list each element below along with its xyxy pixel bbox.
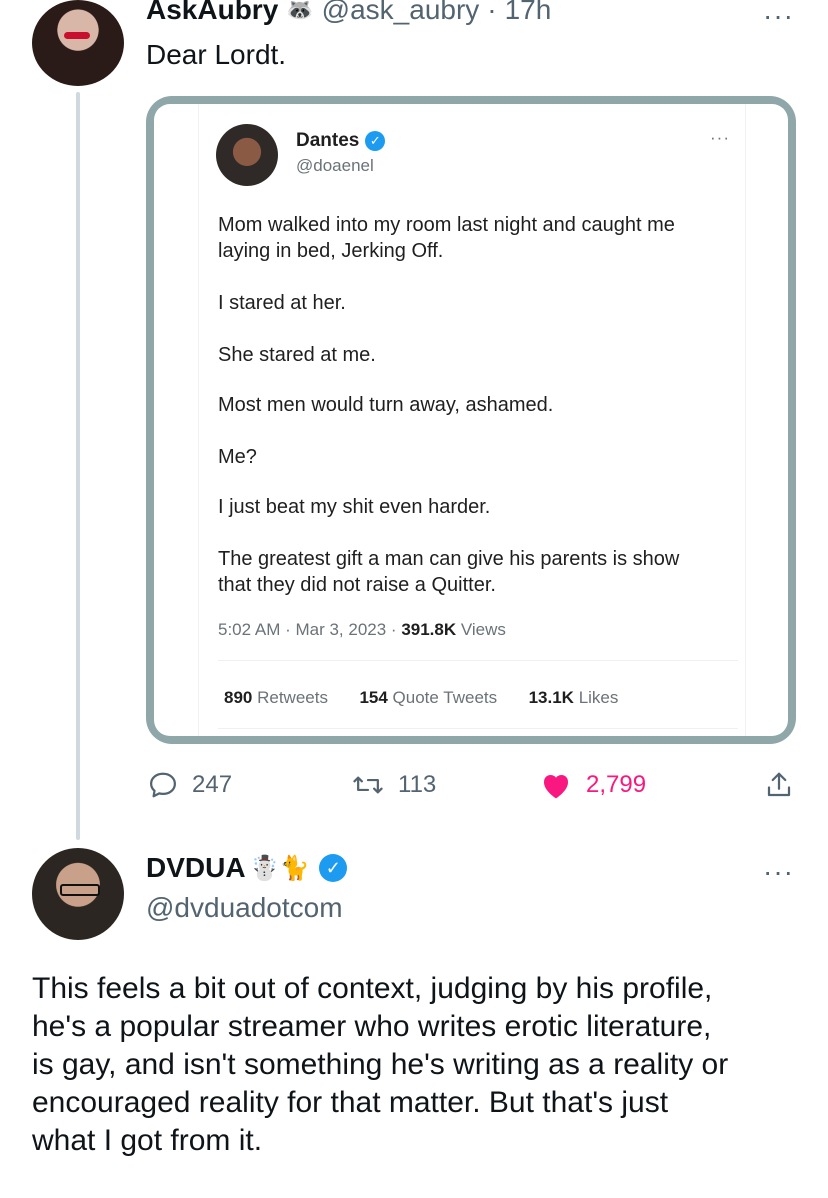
- retweet-button[interactable]: 113: [352, 770, 436, 800]
- lips-detail: [64, 32, 90, 39]
- glasses-detail: [60, 884, 100, 896]
- separator: ·: [487, 0, 497, 25]
- retweet-count: 113: [398, 771, 437, 798]
- quoted-image[interactable]: Dantes ✓ @doaenel ··· Mom walked into my…: [146, 96, 796, 744]
- thread-line: [76, 92, 80, 840]
- verified-icon: ✓: [365, 131, 386, 151]
- reply-icon: [150, 772, 176, 798]
- quoted-more-icon: ···: [710, 128, 730, 147]
- timestamp[interactable]: 17h: [505, 0, 552, 26]
- quoted-line: I just beat my shit even harder.: [218, 496, 491, 518]
- quoted-line: She stared at me.: [218, 344, 376, 366]
- dantes-avatar: [216, 124, 278, 186]
- quoted-line: Me?: [218, 446, 257, 468]
- raccoon-icon: 🦝: [286, 0, 314, 22]
- heart-icon: [543, 774, 569, 799]
- tweet1-text: Dear Lordt.: [146, 39, 287, 70]
- author-handle[interactable]: @dvduadotcom: [146, 892, 343, 924]
- verified-icon: ✓: [319, 854, 348, 882]
- quoted-quotes-count: 154: [359, 688, 388, 707]
- tweet2-line: he's a popular streamer who writes eroti…: [32, 1010, 712, 1043]
- quoted-card: Dantes ✓ @doaenel ··· Mom walked into my…: [154, 104, 788, 736]
- quoted-stats-row: 890 Retweets 154 Quote Tweets 13.1K Like…: [224, 688, 618, 708]
- quoted-timestamp: 5:02 AM · Mar 3, 2023 ·: [218, 620, 402, 639]
- retweet-icon: [353, 776, 383, 794]
- views-count: 391.8K: [401, 620, 457, 639]
- reply-count: 247: [192, 771, 233, 798]
- quoted-retweets-label: Retweets: [252, 688, 328, 707]
- quoted-retweets-count: 890: [224, 688, 253, 707]
- tweet2-line: encouraged reality for that matter. But …: [32, 1086, 669, 1119]
- author-name[interactable]: AskAubry: [146, 0, 278, 26]
- tweet2-line: what I got from it.: [32, 1124, 263, 1157]
- quoted-likes-label: Likes: [573, 688, 619, 707]
- quoted-line: laying in bed, Jerking Off.: [218, 240, 444, 262]
- divider: [218, 728, 738, 729]
- more-icon[interactable]: ···: [763, 856, 794, 888]
- quoted-line: I stared at her.: [218, 292, 346, 314]
- quoted-timestamp-row: 5:02 AM · Mar 3, 2023 · 391.8K Views: [218, 620, 506, 640]
- quoted-line: that they did not raise a Quitter.: [218, 574, 496, 596]
- share-button[interactable]: [764, 770, 794, 800]
- like-count: 2,799: [586, 771, 647, 798]
- author-name[interactable]: DVDUA: [146, 852, 246, 884]
- dantes-name: Dantes: [296, 130, 360, 151]
- avatar-askaubry[interactable]: [32, 0, 124, 86]
- tweet2-header: DVDUA ☃️🐈 ✓: [146, 852, 348, 884]
- tweet2-line: This feels a bit out of context, judging…: [32, 972, 713, 1005]
- quoted-line: Most men would turn away, ashamed.: [218, 394, 554, 416]
- quoted-line: Mom walked into my room last night and c…: [218, 214, 675, 236]
- author-handle[interactable]: @ask_aubry: [322, 0, 480, 26]
- quoted-line: The greatest gift a man can give his par…: [218, 548, 680, 570]
- avatar-dvdua[interactable]: [32, 848, 124, 940]
- reply-button[interactable]: 247: [148, 770, 232, 800]
- tweet1-header: AskAubry 🦝 @ask_aubry · 17h: [146, 0, 551, 26]
- inner-card-frame: [198, 104, 746, 736]
- divider: [218, 660, 738, 661]
- tweet2-line: is gay, and isn't something he's writing…: [32, 1048, 729, 1081]
- views-label: Views: [456, 620, 506, 639]
- more-icon[interactable]: ···: [763, 0, 794, 32]
- dantes-name-row: Dantes ✓: [296, 130, 386, 152]
- tweet2-text: This feels a bit out of context, judging…: [32, 970, 728, 1160]
- snowman-cat-icon: ☃️🐈: [249, 854, 310, 882]
- quoted-likes-count: 13.1K: [528, 688, 574, 707]
- share-icon: [767, 772, 791, 797]
- like-button[interactable]: 2,799: [540, 770, 646, 800]
- quoted-quotes-label: Quote Tweets: [387, 688, 498, 707]
- dantes-handle: @doaenel: [296, 156, 374, 175]
